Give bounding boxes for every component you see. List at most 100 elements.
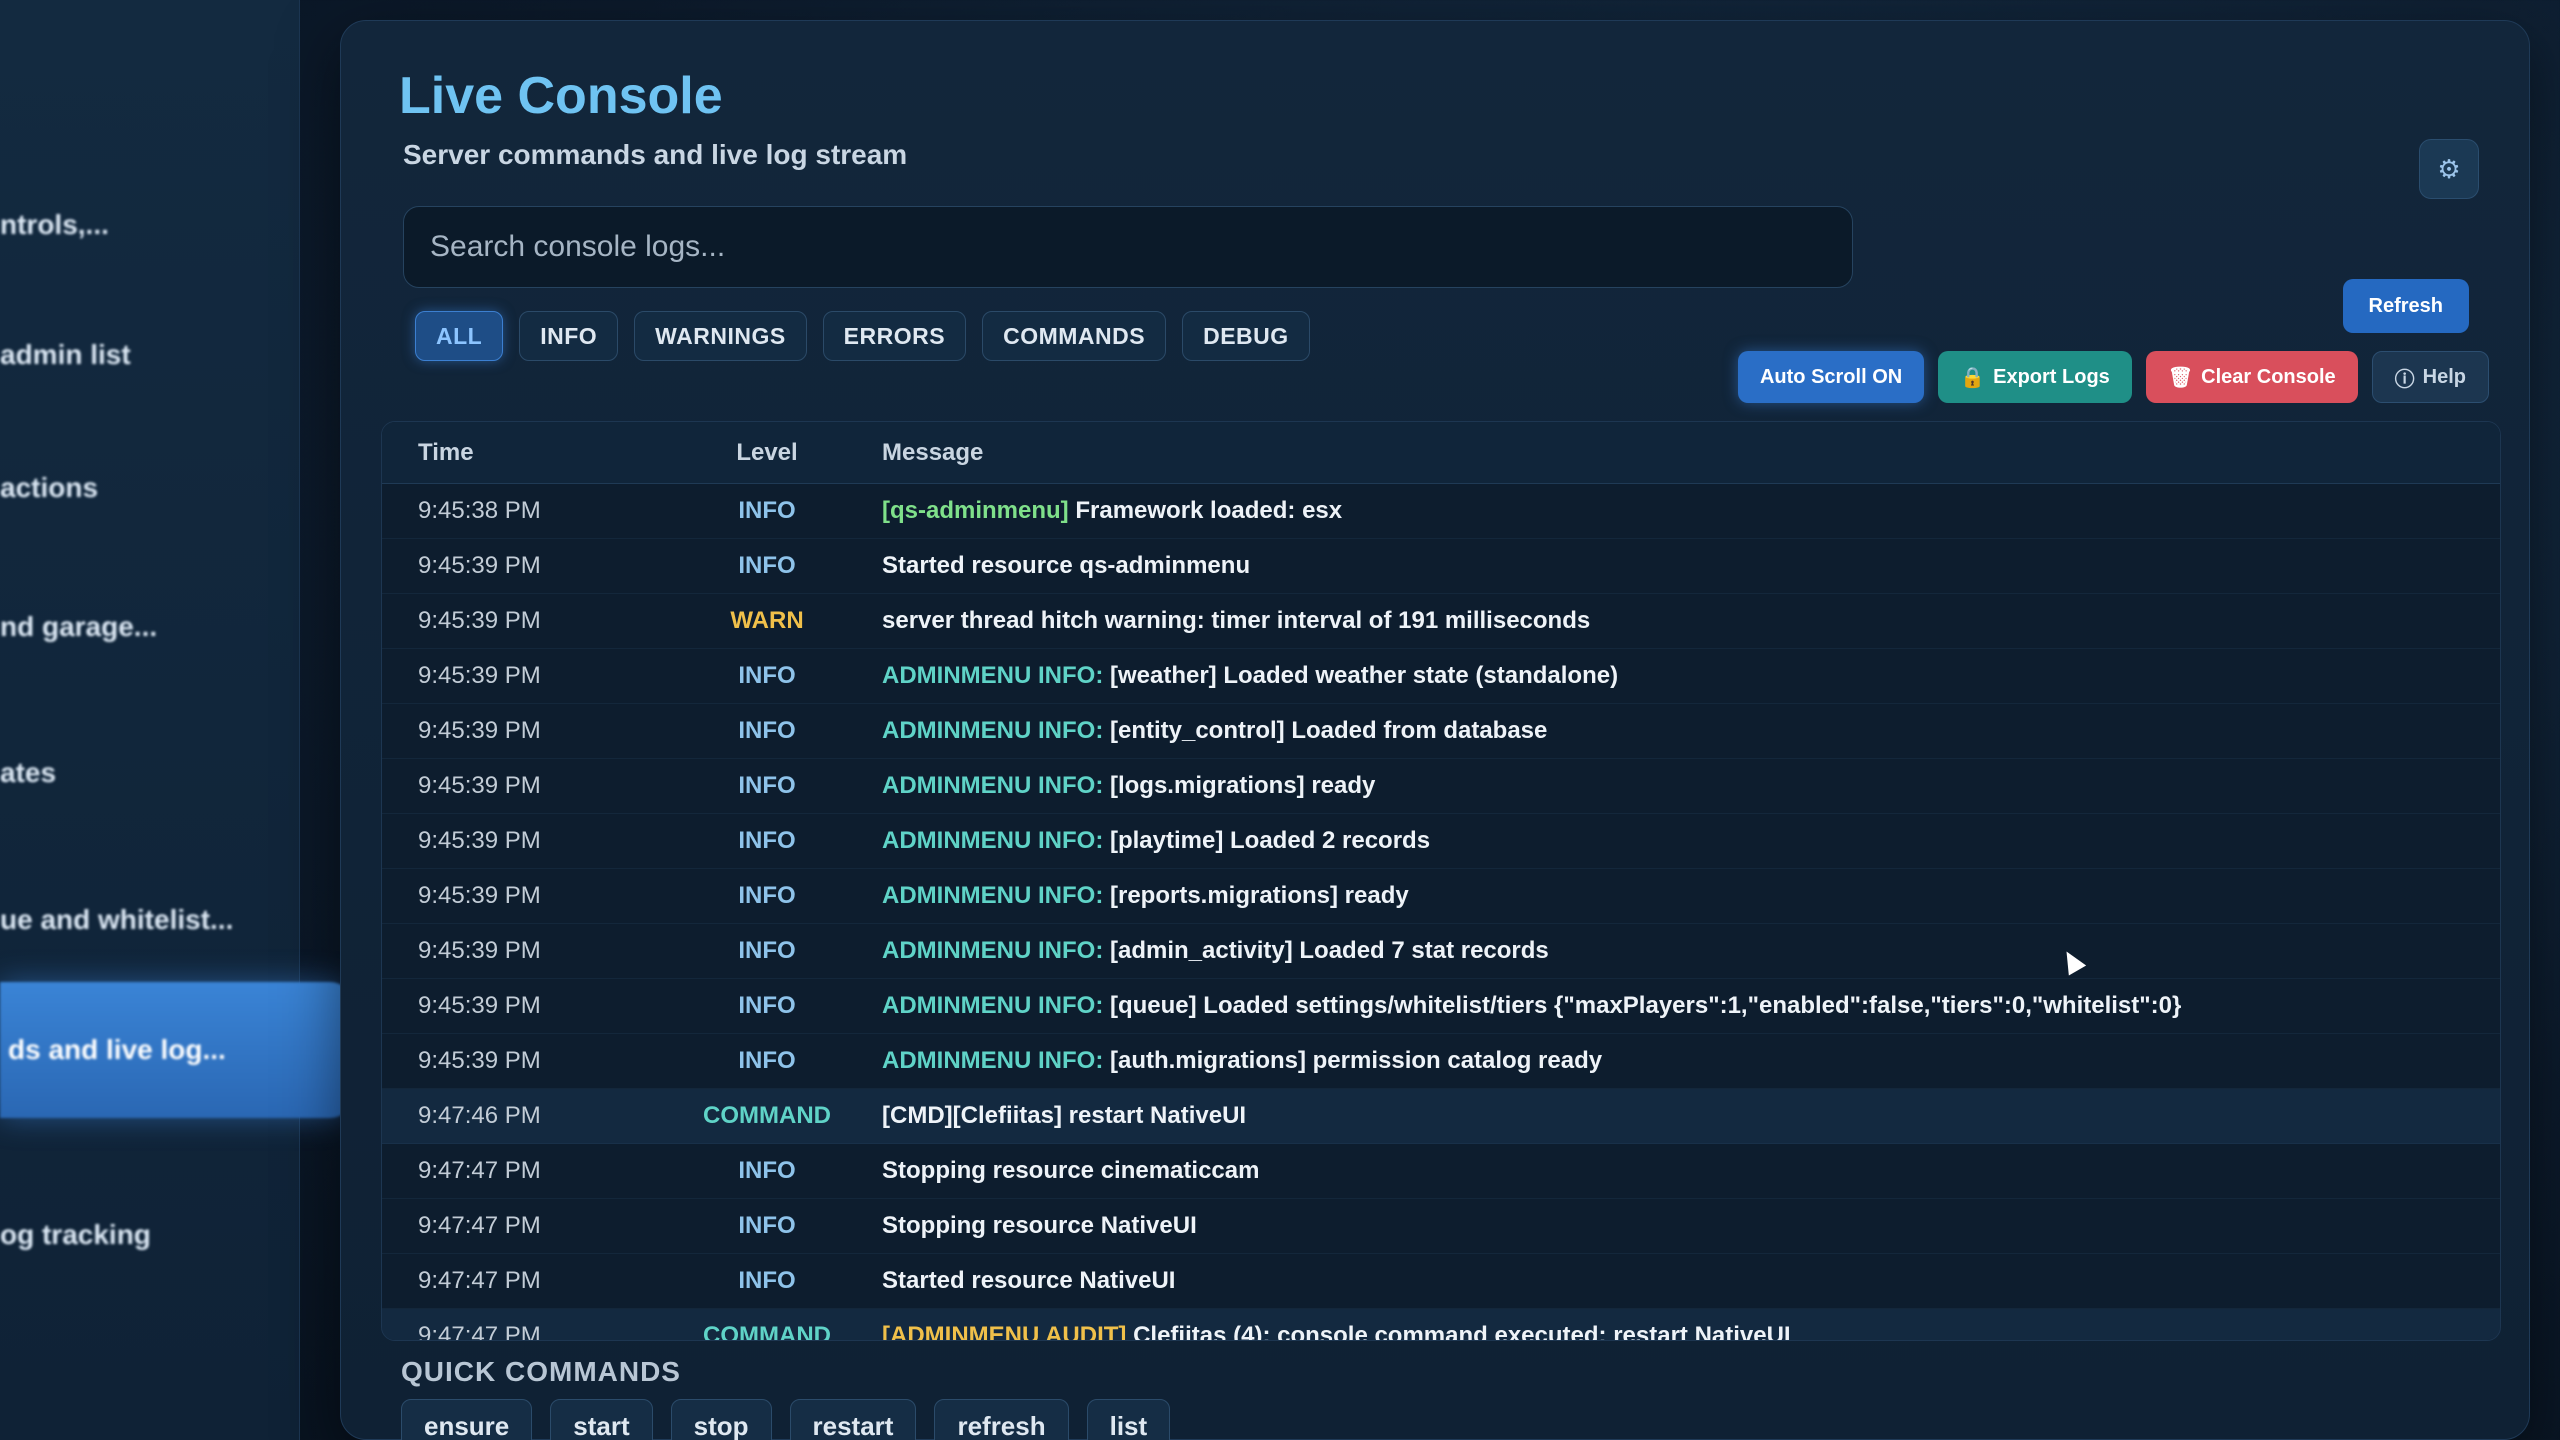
log-message: Stopping resource cinematiccam: [852, 1157, 2500, 1185]
log-row[interactable]: 9:45:39 PM INFO ADMINMENU INFO: [queue] Lo…: [382, 979, 2500, 1034]
filter-warnings[interactable]: WARNINGS: [634, 311, 807, 361]
log-level: WARN: [730, 607, 804, 634]
refresh-button[interactable]: Refresh: [2342, 279, 2469, 333]
log-message: Started resource NativeUI: [852, 1267, 2500, 1295]
filter-debug[interactable]: DEBUG: [1182, 311, 1310, 361]
log-prefix: ADMINMENU INFO:: [882, 717, 1104, 744]
log-prefix: [qs-adminmenu]: [882, 497, 1069, 524]
trash-icon: 🗑: [2167, 366, 2194, 389]
log-message: ADMINMENU INFO: [admin_activity] Loaded …: [852, 937, 2500, 965]
log-row[interactable]: 9:45:38 PM INFO [qs-adminmenu] Framework l…: [382, 484, 2500, 539]
quick-command-ensure[interactable]: ensure: [401, 1399, 533, 1440]
sidebar-item-label: ntrols,...: [0, 209, 109, 240]
export-logs-button[interactable]: 🔒 Export Logs: [1938, 351, 2132, 403]
log-message-text: [queue] Loaded settings/whitelist/tiers …: [1103, 992, 2182, 1019]
auto-scroll-button[interactable]: Auto Scroll ON: [1737, 351, 1925, 403]
search-input[interactable]: [430, 230, 1852, 264]
log-table-header: Time Level Message: [382, 422, 2500, 484]
log-message-text: Framework loaded: esx: [1068, 497, 1343, 524]
settings-button[interactable]: ⚙: [2419, 139, 2479, 199]
log-time: 9:45:39 PM: [418, 882, 541, 909]
log-prefix: [ADMINMENU AUDIT]: [882, 1322, 1127, 1341]
clear-console-label: Clear Console: [2201, 365, 2336, 388]
log-time: 9:47:46 PM: [418, 1102, 541, 1129]
sidebar-item-states[interactable]: ates: [0, 738, 300, 808]
log-row[interactable]: 9:45:39 PM INFO ADMINMENU INFO: [weather] …: [382, 649, 2500, 704]
log-message-text: server thread hitch warning: timer inter…: [882, 607, 1591, 634]
log-time: 9:45:39 PM: [418, 827, 541, 854]
console-panel: Live Console Server commands and live lo…: [340, 20, 2530, 1440]
quick-command-restart[interactable]: restart: [789, 1399, 917, 1440]
log-time: 9:45:39 PM: [418, 717, 541, 744]
log-message-text: Started resource NativeUI: [882, 1267, 1176, 1294]
quick-command-list[interactable]: list: [1086, 1399, 1171, 1440]
log-level: INFO: [738, 827, 796, 854]
log-row[interactable]: 9:45:39 PM INFO ADMINMENU INFO: [playtime]…: [382, 814, 2500, 869]
log-message: [qs-adminmenu] Framework loaded: esx: [852, 497, 2500, 525]
sidebar-item-log-tracking[interactable]: og tracking: [0, 1200, 300, 1270]
log-message-text: [logs.migrations] ready: [1103, 772, 1376, 799]
sidebar-item-queue-whitelist[interactable]: ue and whitelist...: [0, 885, 300, 955]
log-row[interactable]: 9:47:47 PM COMMAND [ADMINMENU AUDIT] Clefi…: [382, 1309, 2500, 1341]
filter-all[interactable]: ALL: [415, 311, 504, 361]
sidebar-item-label: nd garage...: [0, 611, 158, 642]
sidebar-item-label: ds and live log...: [8, 1034, 226, 1065]
log-row[interactable]: 9:45:39 PM INFO Started resource qs-adminm…: [382, 539, 2500, 594]
log-time: 9:45:39 PM: [418, 1047, 541, 1074]
log-message-text: Clefiitas (4): console command executed:…: [1126, 1322, 1791, 1341]
log-message-text: Stopping resource cinematiccam: [882, 1157, 1260, 1184]
sidebar-item-actions[interactable]: actions: [0, 453, 300, 523]
log-prefix: ADMINMENU INFO:: [882, 882, 1104, 909]
gear-icon: ⚙: [2437, 153, 2461, 184]
log-message: server thread hitch warning: timer inter…: [852, 607, 2500, 635]
log-message-text: Stopping resource NativeUI: [882, 1212, 1197, 1239]
log-level: COMMAND: [703, 1322, 831, 1341]
auto-scroll-label: Auto Scroll ON: [1759, 365, 1903, 388]
log-table[interactable]: Time Level Message 9:45:38 PM INFO [qs-adm…: [381, 421, 2501, 1341]
log-level: INFO: [738, 882, 796, 909]
header-message: Message: [882, 438, 984, 466]
quick-command-refresh[interactable]: refresh: [934, 1399, 1069, 1440]
log-message: ADMINMENU INFO: [playtime] Loaded 2 reco…: [852, 827, 2500, 855]
log-message-text: [entity_control] Loaded from database: [1103, 717, 1548, 744]
header-time: Time: [418, 438, 474, 466]
log-row[interactable]: 9:47:47 PM INFO Started resource NativeUI: [382, 1254, 2500, 1309]
filter-errors[interactable]: ERRORS: [822, 311, 967, 361]
log-row[interactable]: 9:47:46 PM COMMAND [CMD][Clefiitas] restar…: [382, 1089, 2500, 1144]
log-row[interactable]: 9:47:47 PM INFO Stopping resource NativeUI: [382, 1199, 2500, 1254]
help-button[interactable]: ⓘ Help: [2371, 351, 2489, 403]
log-level: INFO: [738, 552, 796, 579]
log-row[interactable]: 9:45:39 PM INFO ADMINMENU INFO: [auth.migr…: [382, 1034, 2500, 1089]
log-message: ADMINMENU INFO: [auth.migrations] permis…: [852, 1047, 2500, 1075]
quick-commands-title: QUICK COMMANDS: [401, 1356, 681, 1387]
sidebar-item-live-console[interactable]: ds and live log...: [0, 982, 352, 1118]
filter-info[interactable]: INFO: [519, 311, 619, 361]
sidebar-item-garage[interactable]: nd garage...: [0, 592, 300, 662]
log-level: INFO: [738, 772, 796, 799]
log-message: Stopping resource NativeUI: [852, 1212, 2500, 1240]
quick-command-stop[interactable]: stop: [670, 1399, 772, 1440]
sidebar: ntrols,... admin list actions nd garage.…: [0, 0, 352, 1440]
quick-command-start[interactable]: start: [550, 1399, 653, 1440]
filter-commands[interactable]: COMMANDS: [982, 311, 1167, 361]
log-row[interactable]: 9:45:39 PM INFO ADMINMENU INFO: [logs.migr…: [382, 759, 2500, 814]
clear-console-button[interactable]: 🗑 Clear Console: [2145, 351, 2358, 403]
log-level: INFO: [738, 1157, 796, 1184]
action-toolbar: Auto Scroll ON 🔒 Export Logs 🗑 Clear Con…: [1737, 351, 2489, 403]
log-row[interactable]: 9:47:47 PM INFO Stopping resource cinemati…: [382, 1144, 2500, 1199]
log-row[interactable]: 9:45:39 PM WARN server thread hitch warnin…: [382, 594, 2500, 649]
sidebar-item-controls[interactable]: ntrols,...: [0, 190, 300, 260]
sidebar-item-label: ates: [0, 757, 57, 788]
log-row[interactable]: 9:45:39 PM INFO ADMINMENU INFO: [reports.m…: [382, 869, 2500, 924]
log-time: 9:47:47 PM: [418, 1157, 541, 1184]
log-message: ADMINMENU INFO: [queue] Loaded settings/…: [852, 992, 2500, 1020]
log-level: COMMAND: [703, 1102, 831, 1129]
log-row[interactable]: 9:45:39 PM INFO ADMINMENU INFO: [admin_act…: [382, 924, 2500, 979]
log-prefix: ADMINMENU INFO:: [882, 772, 1104, 799]
log-message-text: [playtime] Loaded 2 records: [1103, 827, 1431, 854]
log-row[interactable]: 9:45:39 PM INFO ADMINMENU INFO: [entity_co…: [382, 704, 2500, 759]
sidebar-item-label: og tracking: [0, 1219, 151, 1250]
sidebar-item-admin-list[interactable]: admin list: [0, 320, 300, 390]
log-time: 9:45:39 PM: [418, 607, 541, 634]
search-field[interactable]: [403, 206, 1853, 288]
